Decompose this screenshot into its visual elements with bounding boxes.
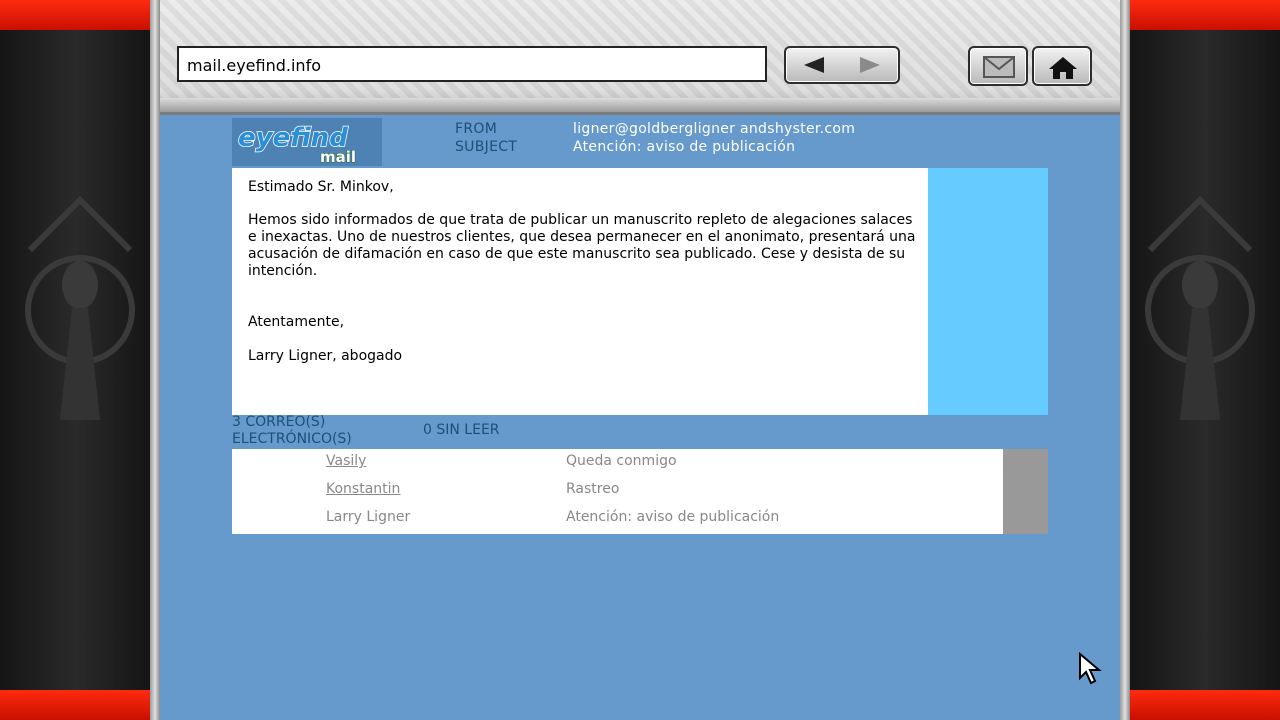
mail-count-line2: ELECTRÓNICO(S) xyxy=(232,431,352,447)
red-bar xyxy=(0,690,150,720)
subject-label: SUBJECT xyxy=(455,139,518,155)
home-icon xyxy=(1049,57,1077,79)
address-bar[interactable]: mail.eyefind.info xyxy=(177,46,767,82)
from-label: FROM xyxy=(455,121,498,137)
red-bar xyxy=(0,0,150,30)
window-frame-left xyxy=(150,0,160,720)
home-button[interactable] xyxy=(1032,46,1092,86)
message-subject: Atención: aviso de publicación xyxy=(566,509,780,525)
red-bar xyxy=(1130,690,1280,720)
eyefind-mail-logo: eyefind mail xyxy=(232,118,382,166)
alien-emblem-icon xyxy=(1145,195,1255,420)
browser-window: mail.eyefind.info eyefind mail FROM SUBJ… xyxy=(160,0,1120,720)
greeting: Estimado Sr. Minkov, xyxy=(248,179,394,195)
unread-count: 0 SIN LEER xyxy=(423,422,500,438)
left-decoration xyxy=(0,0,150,720)
forward-arrow-icon[interactable] xyxy=(860,57,880,73)
mail-count: 3 CORREO(S) ELECTRÓNICO(S) xyxy=(232,414,352,448)
subject-value: Atención: aviso de publicación xyxy=(573,139,796,155)
alien-emblem-icon xyxy=(25,195,135,420)
mouse-cursor-icon xyxy=(1079,652,1102,685)
closing: Atentamente, xyxy=(248,314,345,330)
from-address: ligner@goldbergligner andshyster.com xyxy=(573,121,856,137)
logo-text-bottom: mail xyxy=(320,148,356,166)
body-text: Hemos sido informados de que trata de pu… xyxy=(248,212,916,279)
inbox-scrollbar[interactable] xyxy=(1003,449,1048,534)
message-side-panel xyxy=(928,168,1048,415)
inbox-list: Vasily Queda conmigo Konstantin Rastreo … xyxy=(232,449,1003,534)
browser-toolbar: mail.eyefind.info xyxy=(160,0,1120,115)
back-forward-buttons[interactable] xyxy=(784,46,900,84)
message-body: Estimado Sr. Minkov, Hemos sido informad… xyxy=(232,168,928,415)
sender-link[interactable]: Vasily xyxy=(326,453,366,469)
mail-button[interactable] xyxy=(968,46,1028,86)
list-item[interactable]: Larry Ligner Atención: aviso de publicac… xyxy=(232,505,1003,533)
right-decoration xyxy=(1130,0,1280,720)
envelope-icon xyxy=(983,56,1015,78)
signature: Larry Ligner, abogado xyxy=(248,348,403,364)
sender-name: Larry Ligner xyxy=(326,509,411,525)
message-subject: Queda conmigo xyxy=(566,453,677,469)
red-bar xyxy=(1130,0,1280,30)
back-arrow-icon[interactable] xyxy=(804,57,824,73)
window-frame-right xyxy=(1120,0,1130,720)
sender-link[interactable]: Konstantin xyxy=(326,481,400,497)
address-text: mail.eyefind.info xyxy=(187,56,321,75)
mail-count-line1: 3 CORREO(S) xyxy=(232,414,326,430)
list-item[interactable]: Konstantin Rastreo xyxy=(232,477,1003,505)
list-item[interactable]: Vasily Queda conmigo xyxy=(232,449,1003,477)
message-subject: Rastreo xyxy=(566,481,620,497)
